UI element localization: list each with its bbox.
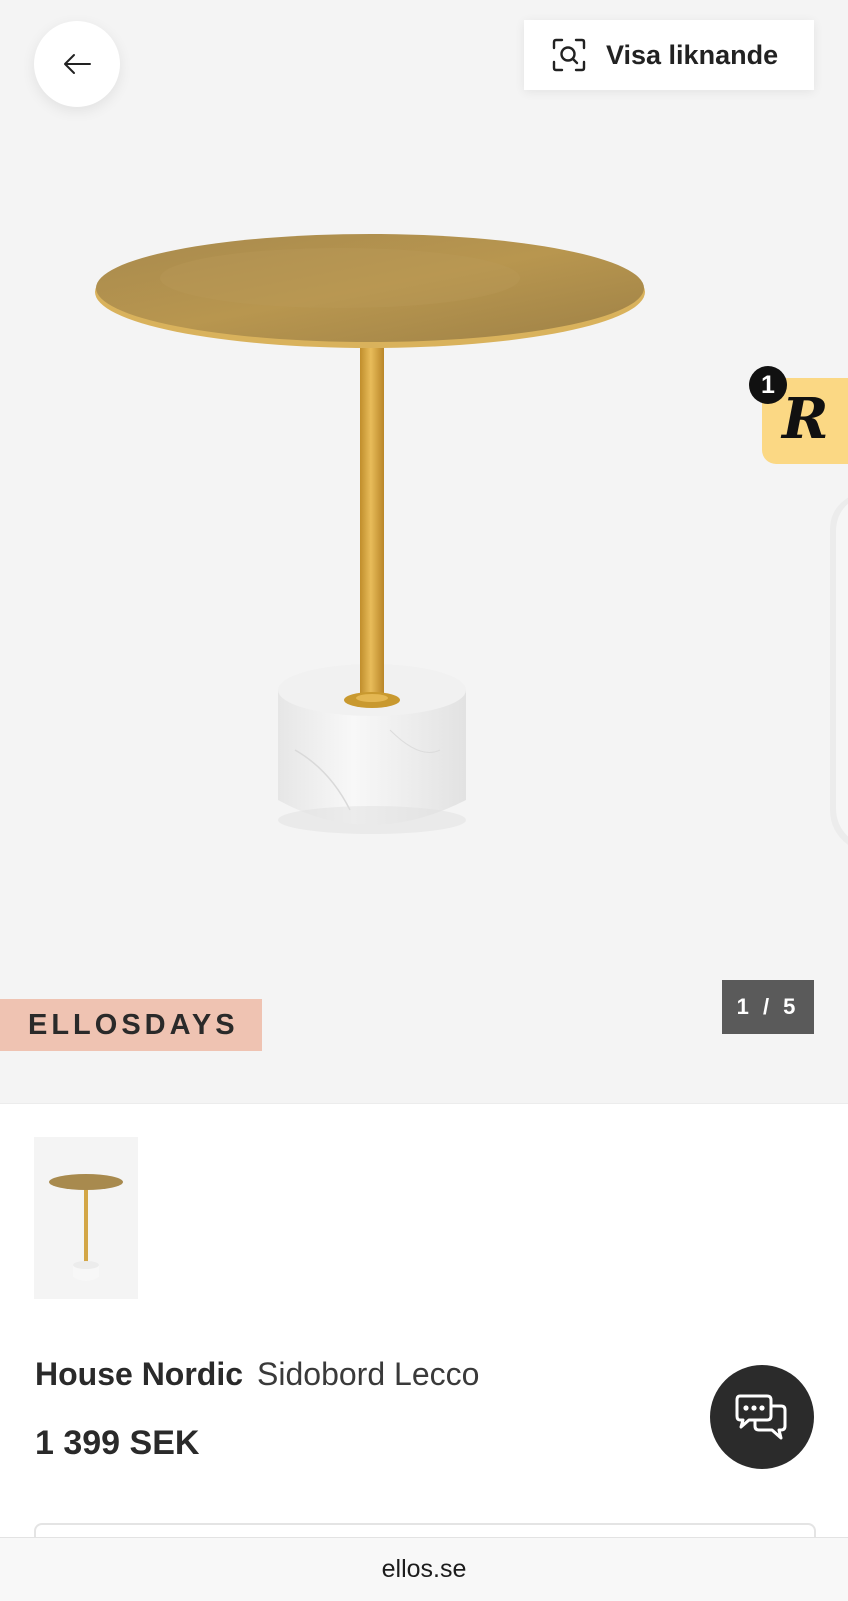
gallery-divider <box>0 1103 848 1104</box>
arrow-left-icon <box>64 54 91 74</box>
product-brand: House Nordic <box>35 1356 244 1392</box>
browser-url: ellos.se <box>381 1555 467 1583</box>
image-counter: 1 / 5 <box>722 980 814 1034</box>
reward-count-badge: 1 <box>749 366 787 404</box>
browser-url-bar[interactable]: ellos.se <box>0 1537 848 1601</box>
product-name: Sidobord Lecco <box>257 1356 480 1392</box>
show-similar-label: Visa liknande <box>606 39 779 70</box>
next-image-peek <box>826 490 848 860</box>
thumbnail-image-1[interactable] <box>34 1137 138 1299</box>
product-image[interactable] <box>90 230 650 860</box>
chat-button[interactable] <box>710 1365 814 1469</box>
visual-search-icon <box>552 38 586 72</box>
product-price: 1 399 SEK <box>35 1424 200 1462</box>
product-title: House Nordic Sidobord Lecco <box>35 1356 479 1393</box>
show-similar-button[interactable]: Visa liknande <box>524 20 814 90</box>
back-button[interactable] <box>34 21 120 107</box>
reward-logo-letter: R <box>782 386 829 452</box>
product-image-gallery[interactable]: Visa liknande ELLOSDAYS 1 / 5 <box>0 0 848 1103</box>
promo-label: ELLOSDAYS <box>0 999 262 1051</box>
promo-label-text: ELLOSDAYS <box>28 1008 239 1041</box>
chat-bubbles-icon <box>735 1394 787 1440</box>
